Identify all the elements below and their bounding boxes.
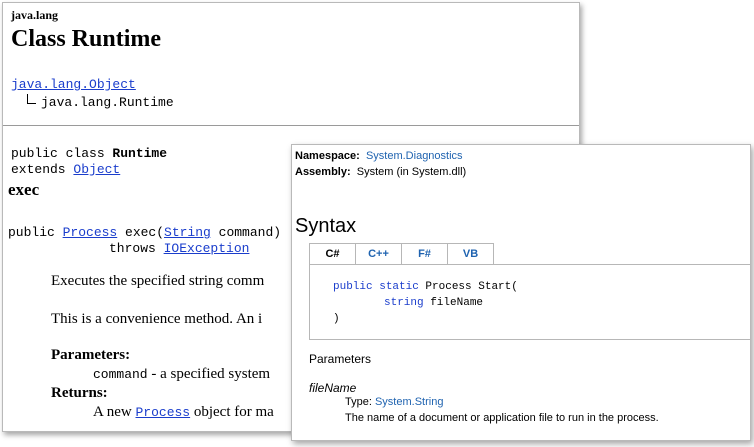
ioexception-link[interactable]: IOException <box>164 241 250 256</box>
syntax-heading: Syntax <box>295 215 357 237</box>
returns-process-link[interactable]: Process <box>136 405 191 420</box>
namespace-label: Namespace: <box>295 150 360 162</box>
assembly-label: Assembly: <box>295 166 351 178</box>
param-type: Type: System.String <box>345 396 443 408</box>
process-type-link[interactable]: Process <box>63 225 118 240</box>
param-name: command <box>93 367 148 382</box>
parameters-heading: Parameters: <box>51 347 131 363</box>
code-line-2: string fileName <box>384 297 483 309</box>
type-link[interactable]: System.String <box>375 396 443 408</box>
method-description: Executes the specified string comm <box>51 273 265 289</box>
returns-prefix: A new <box>93 404 136 420</box>
code-line-3: ) <box>333 313 340 325</box>
sig-throws: throws <box>109 241 164 256</box>
tab-vb[interactable]: VB <box>448 243 494 265</box>
param-description: The name of a document or application fi… <box>345 412 659 424</box>
code-line-1: public static Process Start( <box>333 281 518 293</box>
method-heading: exec <box>8 180 40 199</box>
method-throws: throws IOException <box>109 241 249 256</box>
namespace-link[interactable]: System.Diagnostics <box>366 150 463 162</box>
sig-method: exec( <box>117 225 165 240</box>
class-declaration: public class Runtime <box>11 146 167 161</box>
divider <box>3 125 579 126</box>
package-name: java.lang <box>11 8 59 22</box>
decl-extends: extends <box>11 162 74 177</box>
class-title: Class Runtime <box>11 26 162 52</box>
assembly-row: Assembly: System (in System.dll) <box>295 166 466 178</box>
returns-heading: Returns: <box>51 385 108 401</box>
param-desc: - a specified system <box>147 366 271 382</box>
parameter-line: command - a specified system <box>93 366 270 383</box>
object-link[interactable]: java.lang.Object <box>11 77 136 92</box>
hierarchy-child: java.lang.Runtime <box>27 94 174 110</box>
language-tabs: C# C++ F# VB <box>309 243 494 265</box>
param-name: fileName <box>309 381 357 395</box>
tree-branch-icon <box>27 94 36 104</box>
method-note: This is a convenience method. An i <box>51 311 263 327</box>
code-line2-rest: fileName <box>423 297 484 309</box>
hierarchy-child-label: java.lang.Runtime <box>41 95 174 110</box>
type-label: Type: <box>345 396 375 408</box>
namespace-row: Namespace: System.Diagnostics <box>295 150 463 162</box>
code-block: public static Process Start( string file… <box>309 264 750 340</box>
tab-fsharp[interactable]: F# <box>402 243 448 265</box>
decl-prefix: public class <box>11 146 113 161</box>
returns-rest: object for ma <box>190 404 274 420</box>
sig-param-rest: command) <box>210 225 282 240</box>
kw-public: public <box>333 281 373 293</box>
superclass-link[interactable]: Object <box>73 162 120 177</box>
assembly-value: System (in System.dll) <box>356 166 467 178</box>
code-line1-rest: Process Start( <box>418 281 518 293</box>
string-type-link[interactable]: String <box>164 225 211 240</box>
method-signature: public Process exec(String command) <box>8 225 281 240</box>
returns-line: A new Process object for ma <box>93 404 274 421</box>
parameters-heading: Parameters <box>309 352 372 366</box>
kw-static: static <box>379 281 419 293</box>
kw-string: string <box>384 297 424 309</box>
tab-cpp[interactable]: C++ <box>356 243 402 265</box>
class-extends: extends Object <box>11 162 120 177</box>
tab-csharp[interactable]: C# <box>309 243 356 265</box>
sig-prefix: public <box>8 225 63 240</box>
netdoc-window: Namespace: System.Diagnostics Assembly: … <box>291 144 751 441</box>
decl-class: Runtime <box>112 146 168 161</box>
hierarchy-parent: java.lang.Object <box>11 77 136 92</box>
